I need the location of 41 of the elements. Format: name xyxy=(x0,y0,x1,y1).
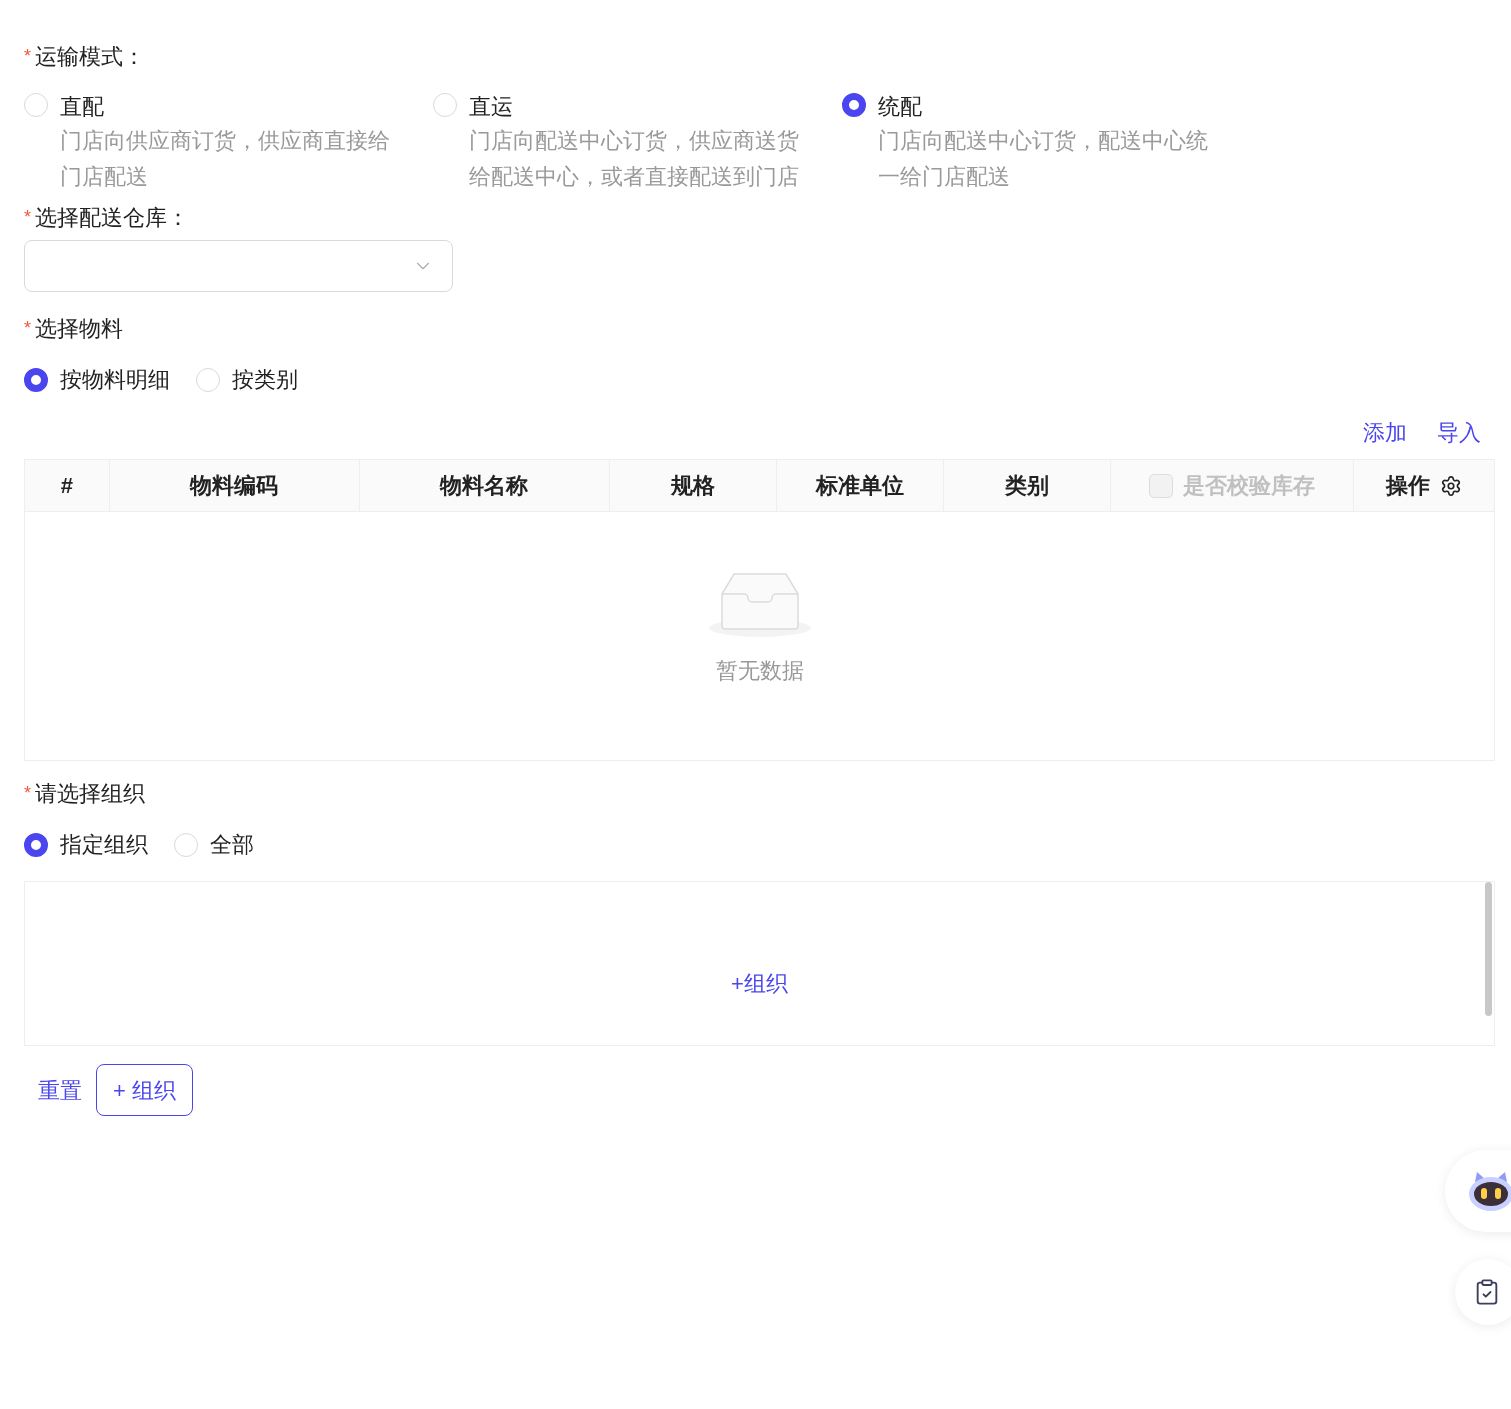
field-label: 请选择组织 xyxy=(35,780,145,808)
radio-label: 全部 xyxy=(210,831,254,859)
add-organization-button[interactable]: + 组织 xyxy=(96,1064,193,1116)
option-description: 门店向供应商订货，供应商直接给门店配送 xyxy=(60,127,391,191)
column-header: 是否校验库存 xyxy=(1182,472,1315,500)
radio-button[interactable] xyxy=(24,832,48,857)
action-link[interactable]: 导入 xyxy=(1437,416,1481,449)
required-asterisk: * xyxy=(24,45,31,68)
column-header: # xyxy=(60,472,74,500)
option-description: 门店向配送中心订货，供应商送货给配送中心，或者直接配送到门店 xyxy=(469,127,800,191)
scrollbar-thumb[interactable] xyxy=(1485,882,1492,1016)
field-label: 选择配送仓库： xyxy=(35,204,189,232)
add-organization-link[interactable]: +组织 xyxy=(731,967,788,1000)
column-header: 类别 xyxy=(1004,472,1049,500)
required-asterisk: * xyxy=(24,206,31,229)
robot-icon xyxy=(1467,1170,1511,1212)
column-header: 物料名称 xyxy=(440,472,529,500)
action-link[interactable]: 添加 xyxy=(1363,416,1407,449)
column-header: 操作 xyxy=(1386,472,1431,500)
reset-link[interactable]: 重置 xyxy=(38,1073,82,1107)
option-title: 统配 xyxy=(878,93,923,121)
empty-inbox-icon xyxy=(707,571,812,638)
option-title: 直配 xyxy=(60,93,105,121)
radio-button[interactable] xyxy=(24,367,48,392)
radio-button[interactable] xyxy=(842,93,866,117)
radio-label: 按类别 xyxy=(232,366,298,394)
column-header: 物料编码 xyxy=(190,472,279,500)
column-header: 规格 xyxy=(671,472,716,500)
empty-text: 暂无数据 xyxy=(715,656,804,685)
warehouse-select[interactable] xyxy=(24,240,453,292)
field-label: 选择物料 xyxy=(35,315,123,343)
required-asterisk: * xyxy=(24,317,31,340)
column-header: 标准单位 xyxy=(815,472,904,500)
settings-icon[interactable] xyxy=(1440,474,1463,497)
field-label: 运输模式： xyxy=(35,43,145,71)
radio-label: 按物料明细 xyxy=(60,366,170,394)
radio-label: 指定组织 xyxy=(60,831,148,859)
checklist-button[interactable] xyxy=(1455,1259,1511,1325)
option-title: 直运 xyxy=(469,93,514,121)
option-description: 门店向配送中心订货，配送中心统一给门店配送 xyxy=(878,127,1209,191)
required-asterisk: * xyxy=(24,782,31,805)
